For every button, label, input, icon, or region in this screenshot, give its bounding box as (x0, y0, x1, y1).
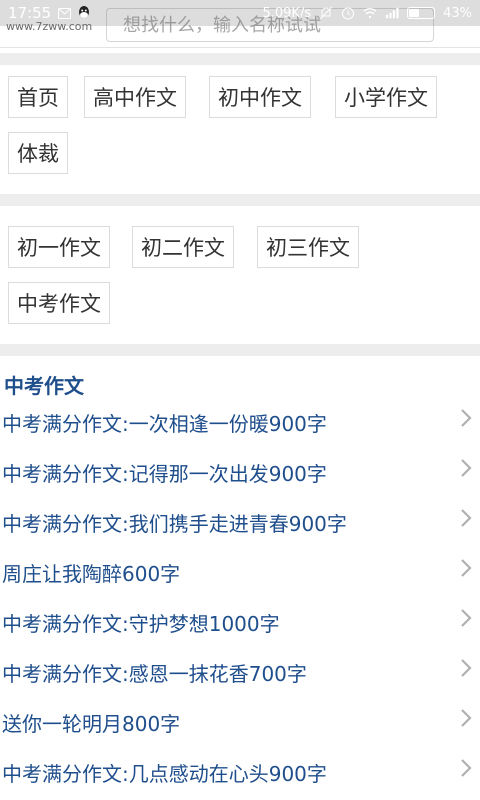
list-item-title[interactable]: 中考满分作文:一次相逢一份暖900字 (2, 408, 327, 437)
wifi-icon (363, 6, 377, 20)
list-item-title[interactable]: 中考满分作文:几点感动在心头900字 (2, 758, 327, 787)
list-item-title[interactable]: 中考满分作文:记得那一次出发900字 (2, 458, 327, 487)
tab-genre[interactable]: 体裁 (8, 132, 68, 174)
battery-percent: 43% (443, 5, 472, 21)
category-nav: 首页 高中作文 初中作文 小学作文 体裁 (0, 66, 480, 192)
chevron-right-icon (461, 409, 472, 427)
alarm-icon (341, 6, 355, 20)
divider (0, 344, 480, 356)
chevron-right-icon (461, 509, 472, 527)
tab-junior-high-essay[interactable]: 初中作文 (209, 76, 311, 118)
message-icon (57, 6, 71, 20)
tab-grade-9-essay[interactable]: 初三作文 (257, 226, 359, 268)
list-item-title[interactable]: 周庄让我陶醉600字 (2, 558, 180, 587)
mute-icon (319, 6, 333, 20)
tab-primary-school-essay[interactable]: 小学作文 (335, 76, 437, 118)
chevron-right-icon (461, 559, 472, 577)
chevron-right-icon (461, 609, 472, 627)
battery-level (409, 9, 420, 17)
list-item[interactable]: 中考满分作文:感恩一抹花香700字 (0, 652, 480, 692)
divider (0, 194, 480, 206)
tab-exam-essay[interactable]: 中考作文 (8, 282, 110, 324)
list-item-title[interactable]: 中考满分作文:感恩一抹花香700字 (2, 658, 307, 687)
chevron-right-icon (461, 459, 472, 477)
list-item-title[interactable]: 中考满分作文:我们携手走进青春900字 (2, 508, 347, 537)
chevron-right-icon (461, 759, 472, 777)
subcategory-nav: 初一作文 初二作文 初三作文 中考作文 (0, 216, 480, 342)
list-item[interactable]: 中考满分作文:守护梦想1000字 (0, 602, 480, 642)
tab-grade-7-essay[interactable]: 初一作文 (8, 226, 110, 268)
tab-grade-8-essay[interactable]: 初二作文 (132, 226, 234, 268)
list-title: 中考作文 (4, 374, 84, 398)
list-item[interactable]: 中考满分作文:我们携手走进青春900字 (0, 502, 480, 542)
list-item[interactable]: 送你一轮明月800字 (0, 702, 480, 742)
qq-icon (77, 6, 91, 20)
tab-home[interactable]: 首页 (8, 76, 68, 118)
chevron-right-icon (461, 659, 472, 677)
list-item[interactable]: 中考满分作文:一次相逢一份暖900字 (0, 402, 480, 442)
status-bar: 17:55 5.09K/s 43% (0, 0, 480, 26)
battery-icon (407, 7, 436, 19)
status-time: 17:55 (8, 4, 52, 22)
list-item[interactable]: 中考满分作文:几点感动在心头900字 (0, 752, 480, 792)
network-speed: 5.09K/s (262, 5, 312, 21)
divider (0, 53, 480, 65)
list-item-title[interactable]: 中考满分作文:守护梦想1000字 (2, 608, 280, 637)
signal-icon (385, 6, 399, 20)
chevron-right-icon (461, 709, 472, 727)
list-item[interactable]: 中考满分作文:记得那一次出发900字 (0, 452, 480, 492)
tab-high-school-essay[interactable]: 高中作文 (84, 76, 186, 118)
list-item[interactable]: 周庄让我陶醉600字 (0, 552, 480, 592)
list-item-title[interactable]: 送你一轮明月800字 (2, 708, 180, 737)
